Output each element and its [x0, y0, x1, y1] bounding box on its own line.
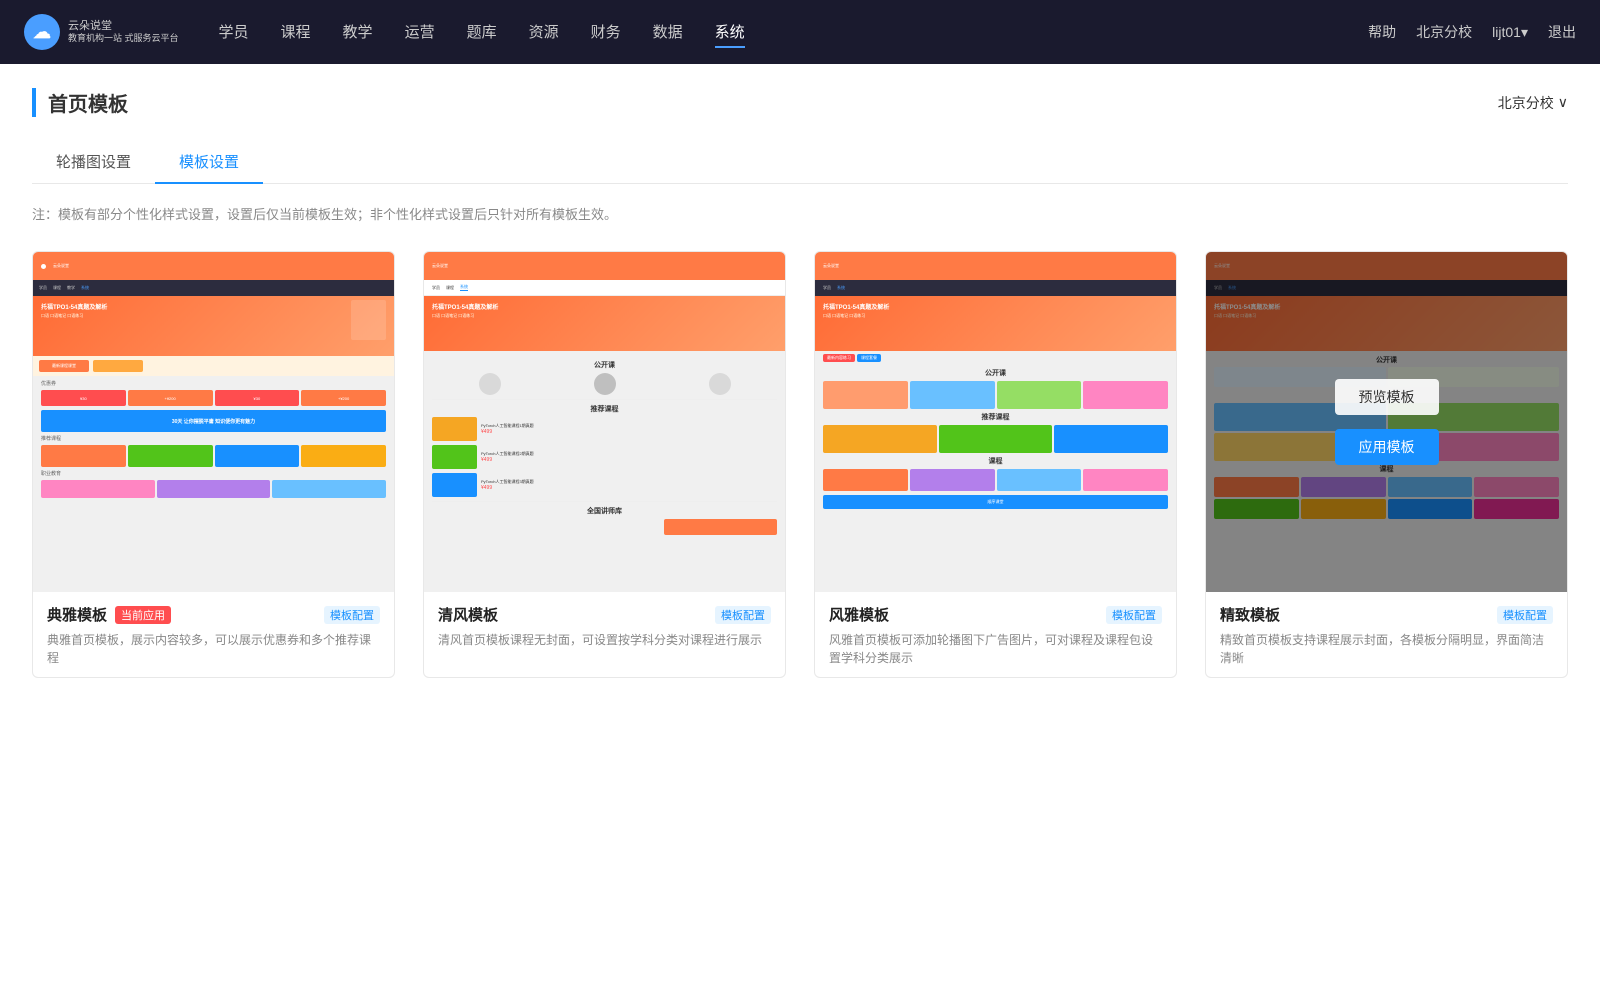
nav-item-shuju[interactable]: 数据 [653, 17, 683, 48]
nav-item-ziyuan[interactable]: 资源 [529, 17, 559, 48]
card-footer-dianye: 典雅模板 当前应用 模板配置 典雅首页模板，展示内容较多，可以展示优惠券和多个推… [33, 592, 394, 677]
template-preview-fengya: 云朵说堂 学员 系统 托福TPO1-54真题及解析 口语 口语笔记 口语练习 最… [815, 252, 1176, 592]
config-button-jingzhi[interactable]: 模板配置 [1497, 606, 1553, 624]
template-card-jingzhi: 云朵说堂 学员 系统 托福TPO1-54真题及解析 口语 口语笔记 口语练习 公… [1205, 251, 1568, 678]
template-name-dianye: 典雅模板 [47, 604, 107, 625]
page-title: 首页模板 [32, 88, 128, 117]
template-preview-qingfeng: 云朵说堂 学员 课程 系统 托福TPO1-54真题及解析 口语 口语笔记 口语练… [424, 252, 785, 592]
card-footer-qingfeng: 清风模板 模板配置 清风首页模板课程无封面，可设置按学科分类对课程进行展示 [424, 592, 785, 659]
preview-button-jingzhi[interactable]: 预览模板 [1335, 379, 1439, 415]
branch-link[interactable]: 北京分校 [1416, 22, 1472, 42]
nav-right: 帮助 北京分校 lijt01▾ 退出 [1368, 22, 1576, 42]
tab-carousel[interactable]: 轮播图设置 [32, 141, 155, 184]
nav-item-kecheng[interactable]: 课程 [281, 17, 311, 48]
page-header: 首页模板 北京分校 ∨ [32, 88, 1568, 117]
logout-link[interactable]: 退出 [1548, 22, 1576, 42]
page-content: 首页模板 北京分校 ∨ 轮播图设置 模板设置 注：模板有部分个性化样式设置，设置… [0, 64, 1600, 990]
apply-button-jingzhi[interactable]: 应用模板 [1335, 429, 1439, 465]
template-thumbnail-fengya: 云朵说堂 学员 系统 托福TPO1-54真题及解析 口语 口语笔记 口语练习 最… [815, 252, 1176, 592]
template-overlay-jingzhi: 预览模板 应用模板 [1206, 252, 1567, 592]
tab-template[interactable]: 模板设置 [155, 141, 263, 184]
nav-item-tiku[interactable]: 题库 [467, 17, 497, 48]
template-card-dianye: 云朵说堂 学员 课程 教学 系统 托福TPO1-54真题及解析 口语 口语笔记 … [32, 251, 395, 678]
template-desc-fengya: 风雅首页模板可添加轮播图下广告图片，可对课程及课程包设置学科分类展示 [829, 631, 1162, 667]
nav-menu: 学员 课程 教学 运营 题库 资源 财务 数据 系统 [219, 17, 1369, 48]
user-menu[interactable]: lijt01▾ [1492, 24, 1528, 41]
template-name-jingzhi: 精致模板 [1220, 604, 1280, 625]
nav-item-jiaoxue[interactable]: 教学 [343, 17, 373, 48]
template-desc-qingfeng: 清风首页模板课程无封面，可设置按学科分类对课程进行展示 [438, 631, 771, 649]
tabs: 轮播图设置 模板设置 [32, 141, 1568, 184]
chevron-down-icon: ∨ [1558, 94, 1568, 111]
logo-text: 云朵说堂 教育机构一站 式服务云平台 [68, 19, 179, 45]
template-name-fengya: 风雅模板 [829, 604, 889, 625]
navbar: ☁ 云朵说堂 教育机构一站 式服务云平台 学员 课程 教学 运营 题库 资源 财… [0, 0, 1600, 64]
logo-icon: ☁ [24, 14, 60, 50]
nav-item-xueyuan[interactable]: 学员 [219, 17, 249, 48]
logo: ☁ 云朵说堂 教育机构一站 式服务云平台 [24, 14, 179, 50]
config-button-qingfeng[interactable]: 模板配置 [715, 606, 771, 624]
config-button-fengya[interactable]: 模板配置 [1106, 606, 1162, 624]
nav-item-caiwu[interactable]: 财务 [591, 17, 621, 48]
templates-grid: 云朵说堂 学员 课程 教学 系统 托福TPO1-54真题及解析 口语 口语笔记 … [32, 251, 1568, 678]
template-desc-jingzhi: 精致首页模板支持课程展示封面，各模板分隔明显，界面简洁清晰 [1220, 631, 1553, 667]
card-footer-jingzhi: 精致模板 模板配置 精致首页模板支持课程展示封面，各模板分隔明显，界面简洁清晰 [1206, 592, 1567, 677]
nav-item-xitong[interactable]: 系统 [715, 17, 745, 48]
template-preview-dianye: 云朵说堂 学员 课程 教学 系统 托福TPO1-54真题及解析 口语 口语笔记 … [33, 252, 394, 592]
template-card-fengya: 云朵说堂 学员 系统 托福TPO1-54真题及解析 口语 口语笔记 口语练习 最… [814, 251, 1177, 678]
template-card-qingfeng: 云朵说堂 学员 课程 系统 托福TPO1-54真题及解析 口语 口语笔记 口语练… [423, 251, 786, 678]
template-desc-dianye: 典雅首页模板，展示内容较多，可以展示优惠券和多个推荐课程 [47, 631, 380, 667]
branch-selector[interactable]: 北京分校 ∨ [1498, 93, 1568, 113]
card-footer-fengya: 风雅模板 模板配置 风雅首页模板可添加轮播图下广告图片，可对课程及课程包设置学科… [815, 592, 1176, 677]
template-thumbnail-qingfeng: 云朵说堂 学员 课程 系统 托福TPO1-54真题及解析 口语 口语笔记 口语练… [424, 252, 785, 592]
help-link[interactable]: 帮助 [1368, 22, 1396, 42]
template-name-qingfeng: 清风模板 [438, 604, 498, 625]
template-thumbnail-dianye: 云朵说堂 学员 课程 教学 系统 托福TPO1-54真题及解析 口语 口语笔记 … [33, 252, 394, 592]
config-button-dianye[interactable]: 模板配置 [324, 606, 380, 624]
nav-item-yunying[interactable]: 运营 [405, 17, 435, 48]
badge-current-dianye: 当前应用 [115, 606, 171, 624]
note-text: 注：模板有部分个性化样式设置，设置后仅当前模板生效；非个性化样式设置后只针对所有… [32, 204, 1568, 223]
template-preview-jingzhi: 云朵说堂 学员 系统 托福TPO1-54真题及解析 口语 口语笔记 口语练习 公… [1206, 252, 1567, 592]
